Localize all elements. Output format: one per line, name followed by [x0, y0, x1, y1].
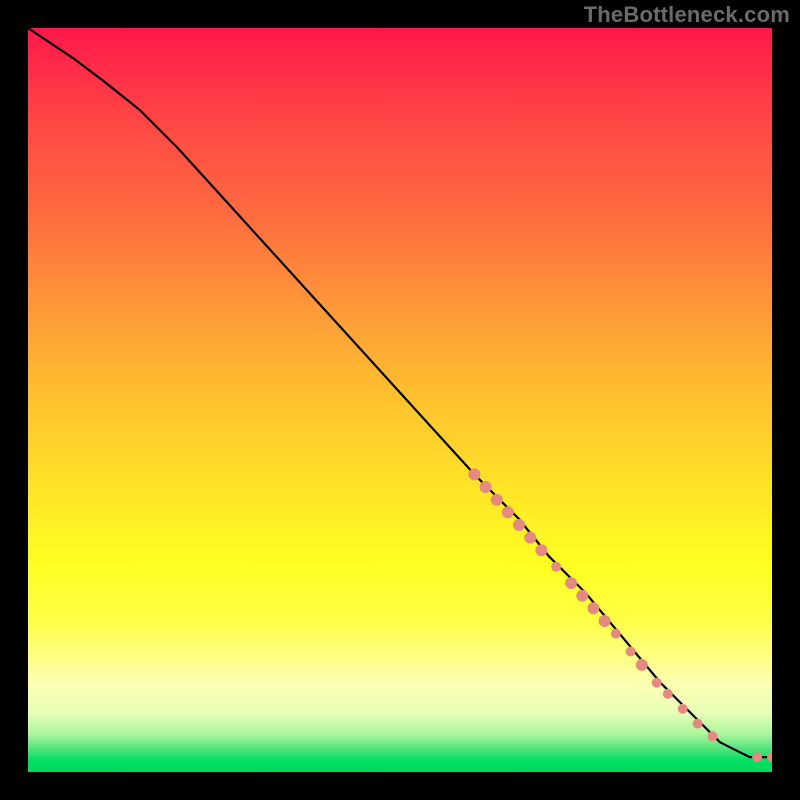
watermark-text: TheBottleneck.com [584, 2, 790, 28]
plot-area [28, 28, 772, 772]
data-point [652, 678, 662, 688]
chart-svg [28, 28, 772, 772]
data-point [524, 532, 536, 544]
data-point [587, 602, 599, 614]
data-point [535, 544, 547, 556]
data-point [576, 590, 588, 602]
data-point [708, 731, 718, 741]
data-point [502, 506, 514, 518]
data-point [480, 481, 492, 493]
data-point [636, 659, 648, 671]
data-point [678, 704, 688, 714]
data-point [565, 577, 577, 589]
data-point [767, 752, 772, 762]
data-point [663, 689, 673, 699]
data-point [551, 562, 561, 572]
data-point [693, 719, 703, 729]
data-point [468, 468, 480, 480]
bottleneck-curve [28, 28, 772, 757]
data-point [491, 494, 503, 506]
chart-frame: TheBottleneck.com [0, 0, 800, 800]
data-point [599, 615, 611, 627]
data-point [611, 629, 621, 639]
data-point [513, 519, 525, 531]
data-point [752, 752, 762, 762]
data-point [626, 647, 636, 657]
